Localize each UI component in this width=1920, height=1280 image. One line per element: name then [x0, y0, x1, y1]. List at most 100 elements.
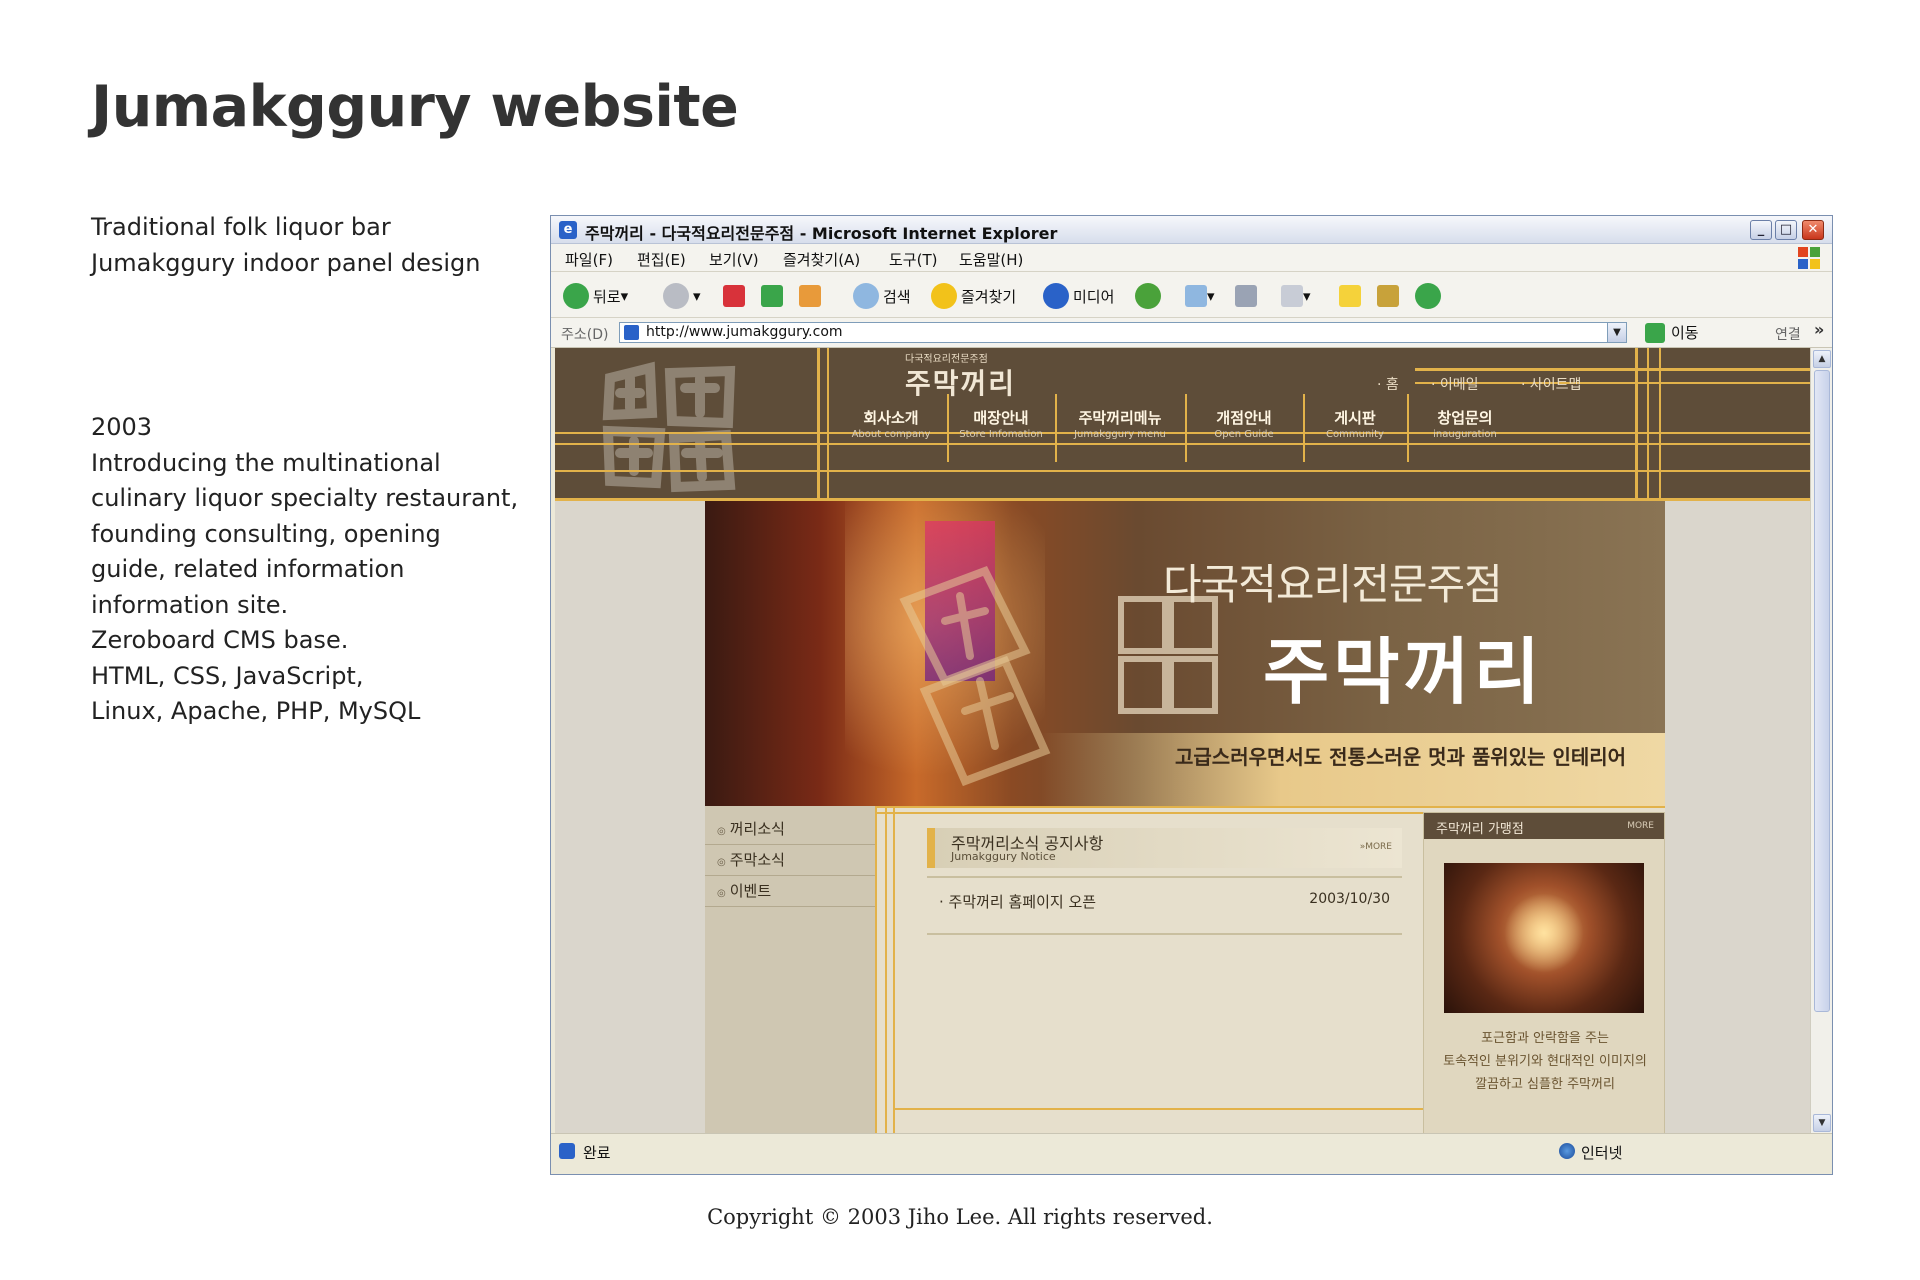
nav-label-ko: 매장안내	[973, 409, 1029, 427]
research-button[interactable]	[1377, 282, 1399, 310]
left-nav-item-event[interactable]: ◎ 이벤트	[705, 876, 875, 907]
messenger-icon	[1415, 283, 1441, 309]
go-button[interactable]: 이동	[1645, 322, 1699, 343]
copyright: Copyright © 2003 Jiho Lee. All rights re…	[707, 1205, 1213, 1229]
notice-item[interactable]: · 주막꺼리 홈페이지 오픈 2003/10/30	[927, 886, 1402, 916]
menu-view[interactable]: 보기(V)	[709, 249, 759, 270]
detail-line: Zeroboard CMS base.	[91, 626, 349, 654]
history-button[interactable]	[1135, 282, 1165, 310]
menu-help[interactable]: 도움말(H)	[959, 249, 1023, 270]
back-arrow-icon	[563, 283, 589, 309]
nav-label-en: Open Guide	[1214, 429, 1274, 440]
status-zone: 인터넷	[1581, 1144, 1623, 1162]
favorites-button[interactable]: 즐겨찾기	[931, 282, 1016, 310]
close-button[interactable]: ✕	[1802, 220, 1824, 240]
mail-button[interactable]: ▾	[1185, 282, 1215, 310]
go-label: 이동	[1671, 324, 1699, 342]
nav-jumakggury-menu[interactable]: 주막꺼리메뉴 Jumakggury menu	[1057, 408, 1183, 456]
messenger-button[interactable]	[1415, 282, 1445, 310]
scroll-down-icon[interactable]: ▼	[1813, 1114, 1831, 1132]
menu-favorites[interactable]: 즐겨찾기(A)	[783, 249, 860, 270]
chevron-right-icon[interactable]: »	[1814, 320, 1824, 339]
nav-store-information[interactable]: 매장안내 Store Infomation	[951, 408, 1051, 456]
links-button[interactable]: 연결	[1775, 324, 1801, 344]
notice-item-title: · 주막꺼리 홈페이지 오픈	[939, 893, 1097, 911]
home-link[interactable]: · 홈	[1377, 374, 1399, 394]
search-button[interactable]: 검색	[853, 282, 911, 310]
browser-window-screenshot: e 주막꺼리 - 다국적요리전문주점 - Microsoft Internet …	[550, 215, 1833, 1175]
go-arrow-icon	[1645, 322, 1665, 343]
refresh-button[interactable]	[761, 282, 783, 310]
divider	[927, 876, 1402, 878]
site-logo-seal-icon	[602, 361, 736, 493]
back-label: 뒤로	[593, 287, 621, 306]
address-bar: 주소(D) http://www.jumakggury.com ▼ 이동 연결 …	[551, 318, 1832, 348]
nav-about-company[interactable]: 회사소개 About company	[838, 408, 944, 456]
nav-label-ko: 개점안내	[1216, 409, 1272, 427]
branch-more-link[interactable]: MORE	[1627, 821, 1654, 831]
vertical-scrollbar[interactable]: ▲ ▼	[1810, 348, 1832, 1133]
hero-title: 다국적요리전문주점	[1163, 560, 1503, 609]
nav-open-guide[interactable]: 개점안내 Open Guide	[1187, 408, 1301, 456]
globe-icon	[1559, 1143, 1575, 1159]
site-brand[interactable]: 주막꺼리	[905, 362, 1016, 402]
edit-button[interactable]: ▾	[1281, 282, 1311, 310]
left-nav: ◎ 꺼리소식 ◎ 주막소식 ◎ 이벤트	[705, 806, 875, 1133]
print-button[interactable]	[1235, 282, 1257, 310]
search-icon	[853, 283, 879, 309]
forward-arrow-icon	[663, 283, 689, 309]
home-icon	[799, 285, 821, 307]
address-input[interactable]: http://www.jumakggury.com ▼	[619, 322, 1627, 343]
page-icon	[624, 325, 639, 340]
note-icon	[1339, 285, 1361, 307]
nav-label-en: Jumakggury menu	[1074, 429, 1166, 440]
search-label: 검색	[883, 287, 911, 306]
branch-caption-line: 토속적인 분위기와 현대적인 이미지의	[1443, 1054, 1647, 1069]
windows-logo-icon	[1798, 247, 1820, 269]
back-button[interactable]: 뒤로 ▾	[563, 282, 628, 310]
scroll-up-icon[interactable]: ▲	[1813, 350, 1831, 368]
hero-tagline: 고급스러우면서도 전통스러운 멋과 품위있는 인테리어	[1175, 745, 1627, 769]
notice-item-date: 2003/10/30	[1309, 891, 1390, 907]
mail-icon	[1185, 285, 1207, 307]
scroll-thumb[interactable]	[1814, 370, 1830, 1012]
forward-button[interactable]: ▾	[663, 282, 701, 310]
branch-interior-photo[interactable]	[1444, 863, 1644, 1013]
sitemap-link[interactable]: · 사이트맵	[1521, 374, 1581, 394]
left-nav-item-jumak-news[interactable]: ◎ 주막소식	[705, 845, 875, 876]
hero-brand: 주막꺼리	[1263, 630, 1544, 714]
address-label: 주소(D)	[561, 327, 609, 343]
ie-logo-icon: e	[559, 221, 577, 239]
nav-label-ko: 게시판	[1334, 409, 1376, 427]
site-header: 다국적요리전문주점 주막꺼리 · 홈 · 이메일 · 사이트맵 회사소개 Abo…	[555, 348, 1810, 501]
project-summary: Traditional folk liquor bar Jumakggury i…	[91, 210, 480, 281]
email-link[interactable]: · 이메일	[1431, 374, 1479, 394]
nav-community[interactable]: 게시판 Community	[1305, 408, 1405, 456]
nav-label-ko: 회사소개	[863, 409, 919, 427]
notice-header: 주막꺼리소식 공지사항 Jumakggury Notice »MORE	[927, 828, 1402, 868]
menu-edit[interactable]: 편집(E)	[637, 249, 686, 270]
media-icon	[1043, 283, 1069, 309]
page-viewport: 다국적요리전문주점 주막꺼리 · 홈 · 이메일 · 사이트맵 회사소개 Abo…	[555, 348, 1810, 1133]
media-button[interactable]: 미디어	[1043, 282, 1114, 310]
nav-label-ko: 창업문의	[1437, 409, 1493, 427]
bullet-icon: ◎	[717, 888, 726, 899]
media-label: 미디어	[1073, 287, 1115, 306]
chevron-down-icon[interactable]: ▼	[1607, 323, 1626, 342]
left-nav-item-news[interactable]: ◎ 꺼리소식	[705, 814, 875, 845]
menu-tools[interactable]: 도구(T)	[889, 249, 937, 270]
nav-inauguration[interactable]: 창업문의 inauguration	[1409, 408, 1521, 456]
nav-label-ko: 주막꺼리메뉴	[1078, 409, 1162, 427]
stop-button[interactable]	[723, 282, 745, 310]
printer-icon	[1235, 285, 1257, 307]
menu-file[interactable]: 파일(F)	[565, 249, 613, 270]
minimize-button[interactable]: _	[1750, 220, 1772, 240]
notice-more-link[interactable]: »MORE	[1360, 842, 1392, 852]
bullet-icon: ◎	[717, 857, 726, 868]
maximize-button[interactable]: □	[1775, 220, 1797, 240]
detail-line: guide, related information	[91, 555, 405, 583]
refresh-icon	[761, 285, 783, 307]
home-button[interactable]	[799, 282, 821, 310]
discuss-button[interactable]	[1339, 282, 1361, 310]
detail-line: 2003	[91, 413, 153, 441]
